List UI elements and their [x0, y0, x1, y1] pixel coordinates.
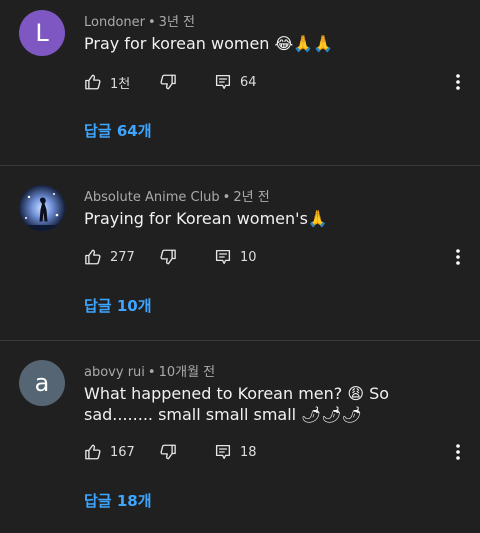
separator-dot: • [147, 365, 156, 380]
comment-1: L Londoner • 3년 전 Pray for korean women 😂🙏… [0, 0, 480, 165]
thumb-down-icon [160, 444, 176, 460]
like-button[interactable]: 1천 [84, 70, 130, 94]
comment-actions: 1천 64 [84, 70, 474, 94]
thumb-up-icon [85, 74, 101, 90]
avatar[interactable] [19, 185, 65, 231]
thumb-up-icon [85, 249, 101, 265]
timestamp[interactable]: 3년 전 [159, 15, 195, 30]
thumb-down-icon [160, 74, 176, 90]
comment-text: Pray for korean women 😂🙏🙏 [84, 34, 334, 53]
like-button[interactable]: 277 [84, 245, 135, 269]
separator-dot: • [222, 190, 231, 205]
reply-button[interactable]: 18 [214, 440, 257, 464]
comment-3: a abovy rui • 10개월 전 What happened to Kore… [0, 350, 480, 533]
reply-count: 18 [240, 444, 257, 460]
view-replies-link[interactable]: 답글 10개 [84, 295, 152, 316]
comment-meta: Absolute Anime Club • 2년 전 [84, 186, 270, 205]
author-name[interactable]: abovy rui [84, 365, 145, 380]
more-vert-icon [456, 249, 460, 265]
dislike-button[interactable] [159, 70, 177, 94]
avatar[interactable]: a [19, 360, 65, 406]
comment-text: What happened to Korean men? 😩 So sad...… [84, 384, 390, 424]
timestamp[interactable]: 2년 전 [233, 190, 269, 205]
more-vert-icon [456, 444, 460, 460]
reply-button[interactable]: 10 [214, 245, 257, 269]
reply-count: 10 [240, 249, 257, 265]
comment-icon [215, 74, 231, 90]
avatar[interactable]: L [19, 10, 65, 56]
like-count: 277 [110, 249, 135, 265]
more-options-button[interactable] [448, 72, 468, 92]
like-count: 167 [110, 444, 135, 460]
separator-dot: • [148, 15, 156, 30]
comment-meta: abovy rui • 10개월 전 [84, 361, 215, 380]
reply-count: 64 [240, 74, 257, 90]
comment-icon [215, 444, 231, 460]
comment-actions: 167 18 [84, 440, 474, 464]
more-options-button[interactable] [448, 442, 468, 462]
dislike-button[interactable] [159, 440, 177, 464]
comment-text: Praying for Korean women's🙏 [84, 209, 328, 228]
divider [0, 340, 480, 341]
anime-avatar-image [19, 185, 65, 231]
view-replies-link[interactable]: 답글 64개 [84, 120, 152, 141]
comment-actions: 277 10 [84, 245, 474, 269]
dislike-button[interactable] [159, 245, 177, 269]
divider [0, 165, 480, 166]
like-count: 1천 [110, 76, 131, 92]
like-button[interactable]: 167 [84, 440, 135, 464]
avatar-letter: L [35, 19, 49, 47]
author-name[interactable]: Londoner [84, 15, 145, 30]
thumb-down-icon [160, 249, 176, 265]
more-vert-icon [456, 74, 460, 90]
reply-button[interactable]: 64 [214, 70, 257, 94]
avatar-letter: a [34, 369, 50, 397]
comment-meta: Londoner • 3년 전 [84, 11, 195, 30]
more-options-button[interactable] [448, 247, 468, 267]
comment-2: Absolute Anime Club • 2년 전 Praying for Kor… [0, 175, 480, 340]
comment-icon [215, 249, 231, 265]
thumb-up-icon [85, 444, 101, 460]
timestamp[interactable]: 10개월 전 [159, 365, 216, 380]
author-name[interactable]: Absolute Anime Club [84, 190, 220, 205]
view-replies-link[interactable]: 답글 18개 [84, 490, 152, 511]
